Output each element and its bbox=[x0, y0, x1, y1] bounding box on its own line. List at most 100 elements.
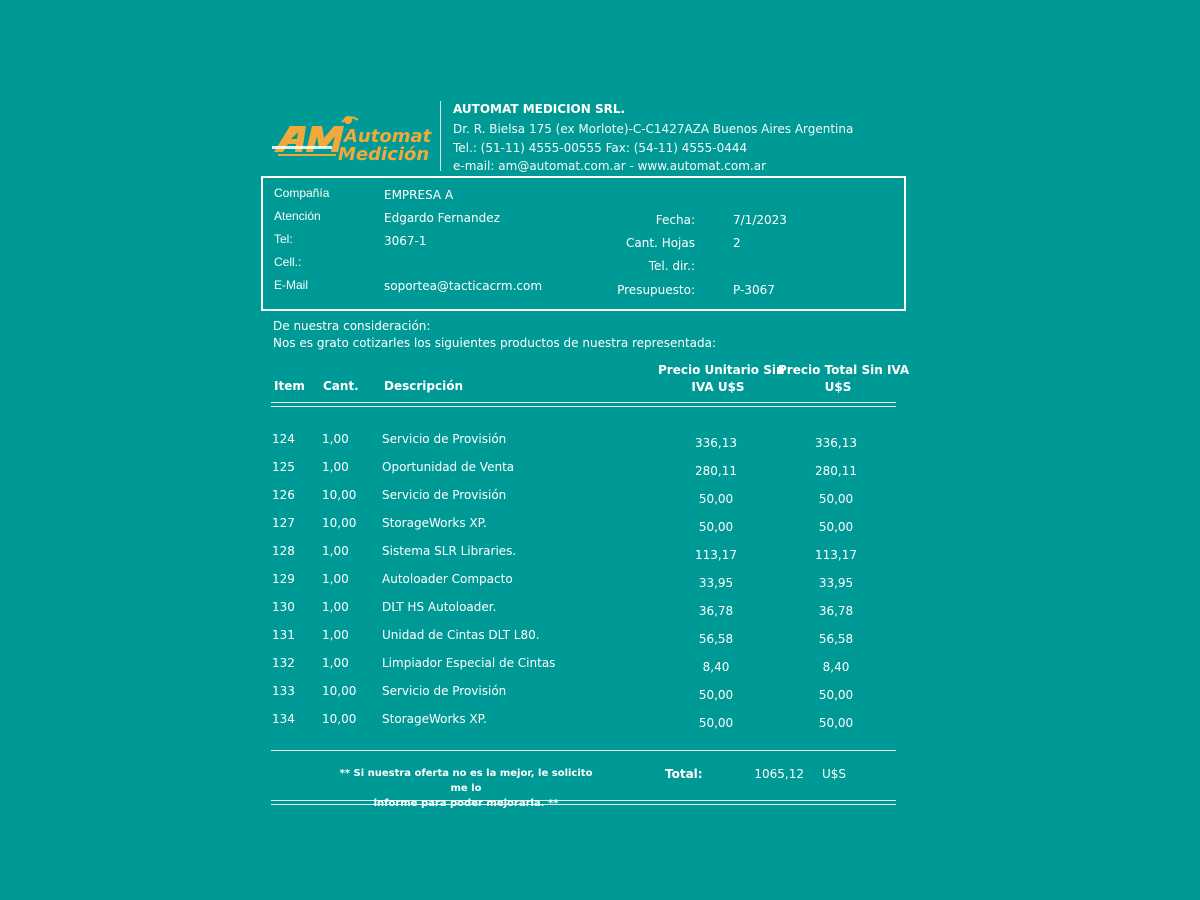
row-item: 133 bbox=[272, 684, 295, 698]
row-unit-price: 280,11 bbox=[695, 464, 737, 478]
row-unit-price: 33,95 bbox=[698, 576, 734, 590]
row-qty: 1,00 bbox=[322, 460, 349, 474]
table-row: 131 1,00 Unidad de Cintas DLT L80. 56,58… bbox=[0, 628, 1200, 648]
row-qty: 1,00 bbox=[322, 544, 349, 558]
client-company: EMPRESA A bbox=[384, 188, 454, 202]
table-row: 134 10,00 StorageWorks XP. 50,00 50,00 bbox=[0, 712, 1200, 732]
row-total-price: 50,00 bbox=[818, 520, 854, 534]
row-description: Servicio de Provisión bbox=[382, 684, 507, 698]
quote-pages: 2 bbox=[733, 236, 741, 250]
row-item: 134 bbox=[272, 712, 295, 726]
header-total-price: Precio Total Sin IVA U$S bbox=[778, 362, 910, 396]
header-total-price-line2: U$S bbox=[824, 380, 852, 394]
row-item: 132 bbox=[272, 656, 295, 670]
logo-text-line2: Medición bbox=[338, 144, 429, 165]
row-total-price: 336,13 bbox=[815, 436, 857, 450]
label-company: Compañía bbox=[274, 186, 330, 200]
label-pages: Cant. Hojas bbox=[626, 236, 695, 250]
row-item: 128 bbox=[272, 544, 295, 558]
label-attention: Atención bbox=[274, 209, 321, 223]
client-tel: 3067-1 bbox=[384, 234, 427, 248]
label-direct-tel: Tel. dir.: bbox=[648, 259, 695, 273]
row-qty: 10,00 bbox=[322, 488, 357, 502]
row-qty: 10,00 bbox=[322, 684, 357, 698]
header-total-price-line1: Precio Total Sin IVA bbox=[778, 363, 910, 377]
row-description: Servicio de Provisión bbox=[382, 432, 507, 446]
table-row: 130 1,00 DLT HS Autoloader. 36,78 36,78 bbox=[0, 600, 1200, 620]
company-address: Dr. R. Bielsa 175 (ex Morlote)-C-C1427AZ… bbox=[453, 122, 854, 136]
row-description: StorageWorks XP. bbox=[382, 516, 487, 530]
client-attention: Edgardo Fernandez bbox=[384, 211, 500, 225]
label-budget: Presupuesto: bbox=[617, 283, 695, 297]
label-tel: Tel: bbox=[274, 232, 293, 246]
row-item: 124 bbox=[272, 432, 295, 446]
row-qty: 1,00 bbox=[322, 600, 349, 614]
table-row: 126 10,00 Servicio de Provisión 50,00 50… bbox=[0, 488, 1200, 508]
header-divider bbox=[440, 101, 441, 171]
row-unit-price: 8,40 bbox=[702, 660, 730, 674]
row-item: 129 bbox=[272, 572, 295, 586]
row-total-price: 8,40 bbox=[822, 660, 850, 674]
row-unit-price: 36,78 bbox=[698, 604, 734, 618]
row-qty: 10,00 bbox=[322, 516, 357, 530]
row-total-price: 50,00 bbox=[818, 492, 854, 506]
row-unit-price: 56,58 bbox=[698, 632, 734, 646]
row-item: 125 bbox=[272, 460, 295, 474]
row-qty: 1,00 bbox=[322, 656, 349, 670]
header-unit-price: Precio Unitario Sin IVA U$S bbox=[658, 362, 785, 396]
row-description: Unidad de Cintas DLT L80. bbox=[382, 628, 540, 642]
row-qty: 10,00 bbox=[322, 712, 357, 726]
row-description: StorageWorks XP. bbox=[382, 712, 487, 726]
table-row: 124 1,00 Servicio de Provisión 336,13 33… bbox=[0, 432, 1200, 452]
row-total-price: 50,00 bbox=[818, 716, 854, 730]
row-description: Oportunidad de Venta bbox=[382, 460, 515, 474]
row-total-price: 113,17 bbox=[815, 548, 857, 562]
row-item: 126 bbox=[272, 488, 295, 502]
row-description: Limpiador Especial de Cintas bbox=[382, 656, 556, 670]
table-row: 127 10,00 StorageWorks XP. 50,00 50,00 bbox=[0, 516, 1200, 536]
row-unit-price: 113,17 bbox=[695, 548, 737, 562]
table-row: 133 10,00 Servicio de Provisión 50,00 50… bbox=[0, 684, 1200, 704]
footer-rule-bottom bbox=[271, 804, 896, 805]
row-description: Sistema SLR Libraries. bbox=[382, 544, 517, 558]
note-line1: ** Si nuestra oferta no es la mejor, le … bbox=[339, 768, 593, 794]
total-label: Total: bbox=[665, 767, 703, 781]
row-description: Servicio de Provisión bbox=[382, 488, 507, 502]
footer-rule-top bbox=[271, 800, 896, 801]
total-currency: U$S bbox=[822, 767, 847, 781]
row-total-price: 56,58 bbox=[818, 632, 854, 646]
header-rule-top bbox=[271, 402, 896, 403]
table-row: 125 1,00 Oportunidad de Venta 280,11 280… bbox=[0, 460, 1200, 480]
quote-date: 7/1/2023 bbox=[733, 213, 787, 227]
label-email: E-Mail bbox=[274, 278, 309, 292]
client-email: soportea@tacticacrm.com bbox=[384, 279, 543, 293]
row-item: 127 bbox=[272, 516, 295, 530]
company-contact: e-mail: am@automat.com.ar - www.automat.… bbox=[453, 159, 767, 173]
header-qty: Cant. bbox=[323, 379, 359, 393]
row-qty: 1,00 bbox=[322, 572, 349, 586]
row-unit-price: 50,00 bbox=[698, 688, 734, 702]
intro-text: Nos es grato cotizarles los siguientes p… bbox=[273, 336, 717, 350]
header-rule-bottom bbox=[271, 406, 896, 407]
company-name: AUTOMAT MEDICION SRL. bbox=[453, 102, 626, 116]
row-unit-price: 336,13 bbox=[695, 436, 737, 450]
label-date: Fecha: bbox=[655, 213, 695, 227]
header-item: Item bbox=[274, 379, 305, 393]
total-value: 1065,12 bbox=[754, 767, 804, 781]
quote-budget: P-3067 bbox=[733, 283, 775, 297]
header-description: Descripción bbox=[384, 379, 463, 393]
intro-greeting: De nuestra consideración: bbox=[273, 319, 431, 333]
company-logo: Automat Medición bbox=[272, 112, 436, 168]
row-item: 131 bbox=[272, 628, 295, 642]
row-unit-price: 50,00 bbox=[698, 520, 734, 534]
table-row: 128 1,00 Sistema SLR Libraries. 113,17 1… bbox=[0, 544, 1200, 564]
table-row: 132 1,00 Limpiador Especial de Cintas 8,… bbox=[0, 656, 1200, 676]
row-unit-price: 50,00 bbox=[698, 716, 734, 730]
row-total-price: 33,95 bbox=[818, 576, 854, 590]
row-item: 130 bbox=[272, 600, 295, 614]
table-row: 129 1,00 Autoloader Compacto 33,95 33,95 bbox=[0, 572, 1200, 592]
row-description: DLT HS Autoloader. bbox=[382, 600, 497, 614]
row-description: Autoloader Compacto bbox=[382, 572, 513, 586]
header-unit-price-line2: IVA U$S bbox=[691, 380, 745, 394]
row-qty: 1,00 bbox=[322, 432, 349, 446]
